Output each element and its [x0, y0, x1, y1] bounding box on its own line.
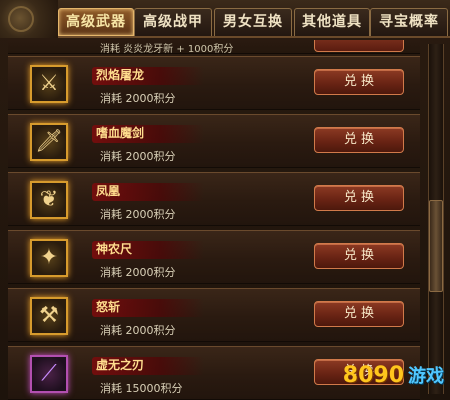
tab-advanced-armor[interactable]: 高级战甲 — [134, 8, 212, 36]
item-name: 怒斩 — [96, 300, 121, 314]
item-name: 凤凰 — [96, 184, 121, 198]
sword-icon: ⚔ — [30, 65, 68, 103]
game-window: 高级武器 高级战甲 男女互换 其他道具 寻宝概率 消耗 炎炎龙牙新 + 1000… — [0, 0, 450, 400]
list-item: ✦ 神农尺 消耗 2000积分 兑 换 — [8, 230, 420, 284]
list-item: ⚔ 烈焰屠龙 消耗 2000积分 兑 换 — [8, 56, 420, 110]
redeem-button[interactable]: 兑 换 — [314, 243, 404, 269]
list-item: ❦ 凤凰 消耗 2000积分 兑 换 — [8, 172, 420, 226]
redeem-button[interactable]: 兑 换 — [314, 127, 404, 153]
item-name: 虚无之刃 — [96, 358, 145, 372]
redeem-button[interactable]: 兑 换 — [314, 185, 404, 211]
redeem-button[interactable] — [314, 40, 404, 52]
tab-other-items[interactable]: 其他道具 — [294, 8, 370, 36]
item-name: 神农尺 — [96, 242, 133, 256]
item-cost: 消耗 2000积分 — [100, 324, 176, 337]
list-item: ⟋ 虚无之刃 消耗 15000积分 兑 换 — [8, 346, 420, 400]
redeem-button[interactable]: 兑 换 — [314, 359, 404, 385]
list-item-partial: 消耗 炎炎龙牙新 + 1000积分 — [8, 40, 420, 55]
list-item: 🗡 嗜血魔剑 消耗 2000积分 兑 换 — [8, 114, 420, 168]
tab-treasure-odds[interactable]: 寻宝概率 — [370, 8, 448, 36]
item-cost: 消耗 2000积分 — [100, 92, 176, 105]
item-cost: 消耗 2000积分 — [100, 208, 176, 221]
ruler-icon: ✦ — [30, 239, 68, 277]
blade-icon: ⟋ — [30, 355, 68, 393]
tab-advanced-weapons[interactable]: 高级武器 — [58, 8, 134, 36]
exchange-list: 消耗 炎炎龙牙新 + 1000积分 ⚔ 烈焰屠龙 消耗 2000积分 兑 换 🗡… — [8, 40, 420, 400]
item-name: 嗜血魔剑 — [96, 126, 145, 140]
redeem-button[interactable]: 兑 换 — [314, 301, 404, 327]
tab-gender-swap[interactable]: 男女互换 — [214, 8, 292, 36]
scrollbar-thumb[interactable] — [429, 200, 443, 292]
list-item: ⚒ 怒斩 消耗 2000积分 兑 换 — [8, 288, 420, 342]
bird-icon: ❦ — [30, 181, 68, 219]
item-name: 烈焰屠龙 — [96, 68, 145, 82]
corner-ornament-icon — [0, 0, 58, 38]
item-cost: 消耗 2000积分 — [100, 150, 176, 163]
sword-icon: 🗡 — [30, 123, 68, 161]
item-cost: 消耗 15000积分 — [100, 382, 183, 395]
redeem-button[interactable]: 兑 换 — [314, 69, 404, 95]
item-cost: 消耗 2000积分 — [100, 266, 176, 279]
axe-icon: ⚒ — [30, 297, 68, 335]
tab-bar: 高级武器 高级战甲 男女互换 其他道具 寻宝概率 — [0, 0, 450, 38]
item-cost: 消耗 炎炎龙牙新 + 1000积分 — [100, 44, 234, 55]
